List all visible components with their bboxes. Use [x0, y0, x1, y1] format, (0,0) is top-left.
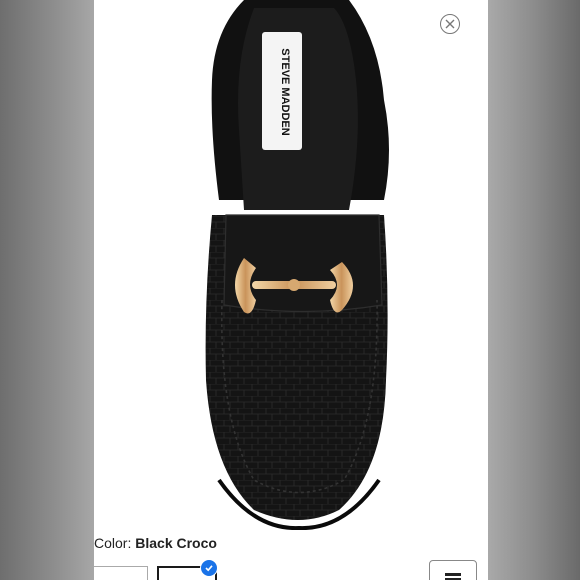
background-right-blur	[488, 0, 580, 580]
color-swatch-1[interactable]	[94, 566, 148, 580]
background-left-blur	[0, 0, 94, 580]
list-icon	[445, 573, 461, 580]
close-button[interactable]	[440, 14, 460, 34]
color-label: Color:	[94, 535, 132, 551]
product-image: STEVE MADDEN	[205, 0, 389, 530]
menu-button[interactable]	[429, 560, 477, 580]
product-panel: STEVE MADDEN Color: Black Croco	[94, 0, 488, 580]
close-icon	[445, 19, 455, 29]
brand-label-text: STEVE MADDEN	[279, 48, 291, 135]
color-info: Color: Black Croco	[94, 535, 217, 551]
selected-check-icon	[200, 559, 218, 577]
color-value: Black Croco	[135, 535, 217, 551]
